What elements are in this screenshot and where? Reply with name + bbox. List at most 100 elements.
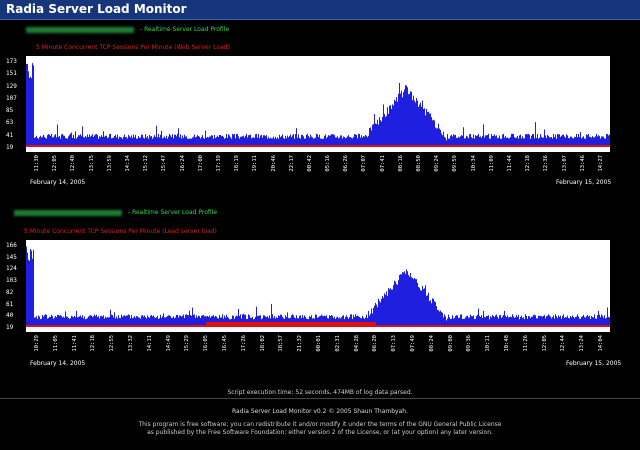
c1-svg bbox=[26, 63, 610, 147]
y-tick-label: 129 bbox=[6, 82, 17, 90]
x-tick-label: 12:05 bbox=[541, 335, 548, 352]
y-tick-label: 166 bbox=[6, 242, 17, 249]
x-tick-label: 17:26 bbox=[240, 335, 247, 352]
x-tick-label: 08:50 bbox=[416, 155, 423, 172]
x-tick-label: 13:46 bbox=[579, 155, 586, 172]
x-tick-label: 12:44 bbox=[560, 335, 567, 352]
x-tick-label: 12:18 bbox=[525, 155, 532, 172]
x-tick-label: 15:29 bbox=[184, 335, 191, 352]
x-tick-label: 08:16 bbox=[397, 155, 404, 172]
x-tick-label: 07:41 bbox=[379, 155, 386, 172]
x-tick-label: 21:32 bbox=[297, 335, 304, 352]
y-tick-label: 85 bbox=[6, 107, 14, 115]
x-tick-label: 18:19 bbox=[234, 155, 241, 172]
y-tick-label: 63 bbox=[6, 119, 14, 127]
x-tick-label: 00:42 bbox=[306, 155, 313, 172]
x-tick-label: 07:49 bbox=[410, 335, 416, 352]
chart1-heading: - Realtime Server Load Profile bbox=[140, 26, 230, 33]
blurred-host-label bbox=[14, 209, 122, 216]
chart2-heading-row: - Realtime Server Load Profile bbox=[14, 209, 217, 216]
chart2-plot-area bbox=[26, 240, 610, 332]
x-tick-label: 22:17 bbox=[288, 155, 295, 172]
x-tick-label: 12:36 bbox=[543, 155, 550, 172]
x-tick-label: 12:55 bbox=[109, 335, 116, 352]
y-tick-label: 19 bbox=[6, 324, 14, 331]
x-tick-label: 15:12 bbox=[143, 155, 150, 172]
x-tick-label: 11:05 bbox=[52, 335, 59, 352]
baseline-band bbox=[206, 322, 376, 326]
x-tick-label: 04:28 bbox=[353, 335, 360, 352]
y-tick-label: 41 bbox=[6, 131, 14, 139]
y-tick-label: 145 bbox=[6, 253, 17, 261]
x-tick-label: 07:13 bbox=[391, 335, 398, 352]
x-tick-label: 11:09 bbox=[488, 155, 495, 172]
chart2-subheading: 5 Minute Concurrent TCP Sessions Per Min… bbox=[24, 228, 217, 235]
x-tick-label: 13:15 bbox=[88, 155, 95, 172]
x-tick-label: 13:59 bbox=[106, 155, 113, 172]
x-tick-label: 06:20 bbox=[372, 335, 379, 352]
c2-svg bbox=[26, 246, 610, 327]
chart2-heading: - Realtime Server Load Profile bbox=[128, 209, 218, 216]
y-tick-label: 19 bbox=[6, 144, 14, 151]
x-tick-label: 09:00 bbox=[447, 335, 454, 352]
x-tick-label: 18:02 bbox=[259, 335, 266, 352]
x-tick-label: 10:11 bbox=[485, 335, 492, 352]
x-tick-label: 06:26 bbox=[343, 155, 350, 172]
license-line-1: This program is free software; you can r… bbox=[138, 421, 502, 428]
chart2-date-left: February 14, 2005 bbox=[30, 360, 86, 367]
x-tick-label: 16:24 bbox=[179, 155, 186, 172]
title-bar: Radia Server Load Monitor bbox=[0, 0, 640, 20]
x-tick-label: 11:30 bbox=[34, 155, 40, 172]
x-tick-label: 09:36 bbox=[466, 335, 473, 352]
x-tick-label: 14:04 bbox=[598, 335, 604, 352]
x-tick-label: 10:48 bbox=[504, 335, 510, 352]
chart1-date-right: February 15, 2005 bbox=[556, 179, 612, 186]
y-tick-label: 61 bbox=[6, 300, 14, 308]
x-tick-label: 11:26 bbox=[522, 335, 529, 352]
x-tick-label: 13:32 bbox=[128, 335, 134, 352]
x-tick-label: 08:24 bbox=[428, 335, 435, 352]
x-tick-label: 14:49 bbox=[165, 335, 172, 352]
x-tick-label: 07:07 bbox=[361, 155, 368, 172]
chart2-date-right: February 15, 2005 bbox=[566, 360, 622, 367]
execution-time-text: Script execution time: 52 seconds, 474MB… bbox=[227, 389, 413, 396]
chart1-heading-row: - Realtime Server Load Profile bbox=[26, 26, 229, 33]
x-tick-label: 14:11 bbox=[146, 335, 153, 352]
footer-divider bbox=[0, 398, 640, 399]
x-tick-label: 12:05 bbox=[52, 155, 59, 172]
x-tick-label: 15:47 bbox=[161, 155, 168, 172]
chart1-date-left: February 14, 2005 bbox=[30, 179, 86, 186]
x-tick-label: 10:34 bbox=[470, 155, 477, 172]
x-tick-label: 17:39 bbox=[215, 155, 222, 172]
chart1-plot-area bbox=[26, 56, 610, 152]
x-tick-label: 18:57 bbox=[278, 335, 285, 352]
x-tick-label: 10:29 bbox=[34, 335, 40, 352]
x-tick-label: 16:45 bbox=[222, 335, 228, 352]
y-tick-label: 173 bbox=[6, 58, 17, 65]
x-tick-label: 16:05 bbox=[203, 335, 210, 352]
x-tick-label: 12:40 bbox=[70, 155, 77, 172]
x-tick-label: 13:07 bbox=[561, 155, 568, 172]
y-tick-label: 124 bbox=[6, 265, 17, 273]
y-tick-label: 82 bbox=[6, 288, 14, 296]
x-tick-label: 19:11 bbox=[252, 155, 259, 172]
chart1-subheading: 5 Minute Concurrent TCP Sessions Per Min… bbox=[36, 44, 230, 51]
x-tick-label: 14:34 bbox=[124, 155, 131, 172]
y-tick-label: 103 bbox=[6, 277, 17, 285]
copyright-text: Radia Server Load Monitor v0.2 © 2005 Sh… bbox=[232, 408, 408, 415]
x-tick-label: 20:46 bbox=[270, 155, 277, 172]
x-tick-label: 12:18 bbox=[90, 335, 97, 352]
x-tick-label: 02:31 bbox=[334, 335, 341, 352]
y-tick-label: 151 bbox=[6, 70, 17, 78]
x-tick-label: 17:00 bbox=[197, 155, 204, 172]
y-tick-label: 40 bbox=[6, 312, 14, 320]
baseline-bar bbox=[26, 145, 610, 147]
window-title: Radia Server Load Monitor bbox=[6, 2, 187, 16]
y-tick-label: 107 bbox=[6, 94, 17, 102]
blurred-host-label bbox=[26, 26, 134, 33]
x-tick-label: 00:01 bbox=[316, 335, 322, 352]
x-tick-label: 13:24 bbox=[579, 335, 586, 352]
x-tick-label: 11:44 bbox=[507, 155, 514, 172]
license-line-2: as published by the Free Software Founda… bbox=[147, 429, 493, 436]
x-tick-label: 09:24 bbox=[434, 155, 441, 172]
